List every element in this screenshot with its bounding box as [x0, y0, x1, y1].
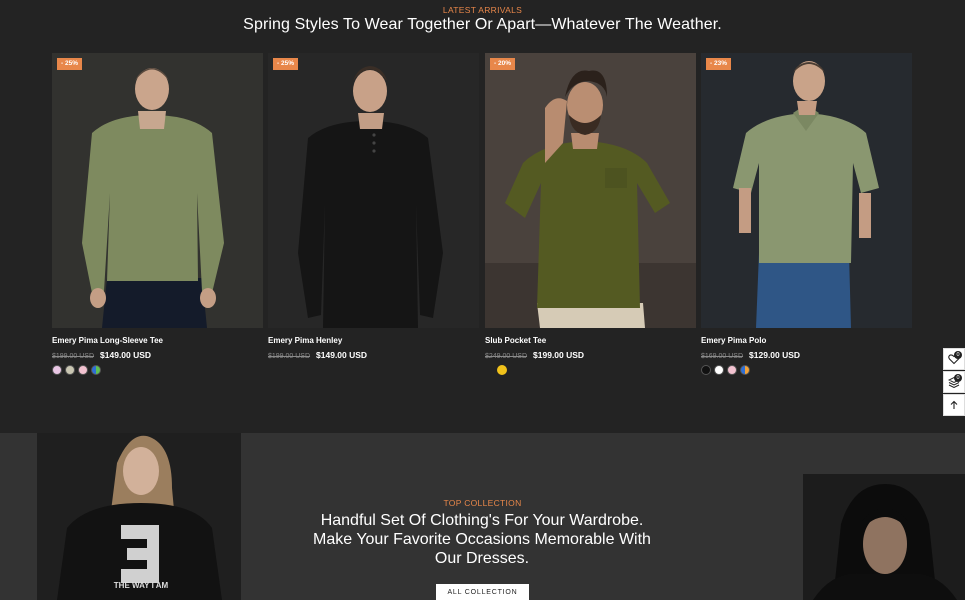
latest-arrivals-headline: Spring Styles To Wear Together Or Apart—… — [243, 16, 722, 33]
sale-price: $129.00 USD — [749, 350, 801, 360]
original-price: $249.00 USD — [485, 353, 528, 360]
product-card[interactable]: - 25% Emery Pima Henley $199.00 USD $149… — [268, 53, 479, 360]
discount-badge: - 23% — [706, 58, 731, 70]
wishlist-button[interactable]: 0 — [943, 348, 965, 370]
discount-badge: - 25% — [57, 58, 82, 70]
product-name[interactable]: Emery Pima Henley — [268, 336, 479, 345]
sale-price: $149.00 USD — [100, 350, 152, 360]
product-image[interactable]: - 23% — [701, 53, 912, 328]
arrow-up-icon — [950, 400, 958, 409]
color-swatch-blue-orange[interactable] — [740, 365, 750, 375]
compare-button[interactable]: 0 — [943, 371, 965, 393]
color-swatch-pink[interactable] — [727, 365, 737, 375]
product-name[interactable]: Slub Pocket Tee — [485, 336, 696, 345]
color-swatch-pink[interactable] — [52, 365, 62, 375]
color-swatch-yellow[interactable] — [497, 365, 507, 375]
product-name[interactable]: Emery Pima Polo — [701, 336, 912, 345]
wishlist-count: 0 — [954, 351, 962, 359]
color-swatch-blue-green[interactable] — [91, 365, 101, 375]
collection-image-right — [803, 474, 965, 600]
color-swatch-beige[interactable] — [65, 365, 75, 375]
color-swatch-black[interactable] — [701, 365, 711, 375]
discount-badge: - 25% — [273, 58, 298, 70]
collection-headline: Handful Set Of Clothing's For Your Wardr… — [282, 511, 682, 568]
top-collection-section: THE WAY I AM TOP COLLECTION Handful Set … — [0, 433, 965, 600]
product-name[interactable]: Emery Pima Long-Sleeve Tee — [52, 336, 263, 345]
sale-price: $199.00 USD — [533, 350, 585, 360]
all-collection-button[interactable]: ALL COLLECTION — [436, 584, 529, 600]
product-image[interactable]: - 20% — [485, 53, 696, 328]
latest-arrivals-section: LATEST ARRIVALS Spring Styles To Wear To… — [0, 0, 965, 433]
original-price: $199.00 USD — [52, 353, 95, 360]
collection-image-left: THE WAY I AM — [37, 433, 241, 600]
product-image[interactable]: - 25% — [52, 53, 263, 328]
product-card[interactable]: - 23% Emery Pima Polo $169.00 USD $129.0… — [701, 53, 912, 375]
color-swatch-white[interactable] — [714, 365, 724, 375]
product-card[interactable]: - 25% Emery Pima Long-Sleeve Tee $199.00… — [52, 53, 263, 375]
hoodie-print-text: THE WAY I AM — [114, 581, 169, 590]
sale-price: $149.00 USD — [316, 350, 368, 360]
collection-headline-line-3: Our Dresses. — [434, 550, 530, 567]
product-card[interactable]: - 20% Slub Pocket Tee $249.00 USD $199.0… — [485, 53, 696, 375]
latest-arrivals-eyebrow: LATEST ARRIVALS — [442, 5, 523, 15]
collection-headline-line-2: Make Your Favorite Occasions Memorable W… — [313, 531, 651, 548]
compare-count: 0 — [954, 374, 962, 382]
original-price: $169.00 USD — [701, 353, 744, 360]
discount-badge: - 20% — [490, 58, 515, 70]
color-swatch-rose[interactable] — [78, 365, 88, 375]
product-image[interactable]: - 25% — [268, 53, 479, 328]
back-to-top-button[interactable] — [943, 394, 965, 416]
collection-headline-line-1: Handful Set Of Clothing's For Your Wardr… — [320, 512, 644, 529]
original-price: $199.00 USD — [268, 353, 311, 360]
